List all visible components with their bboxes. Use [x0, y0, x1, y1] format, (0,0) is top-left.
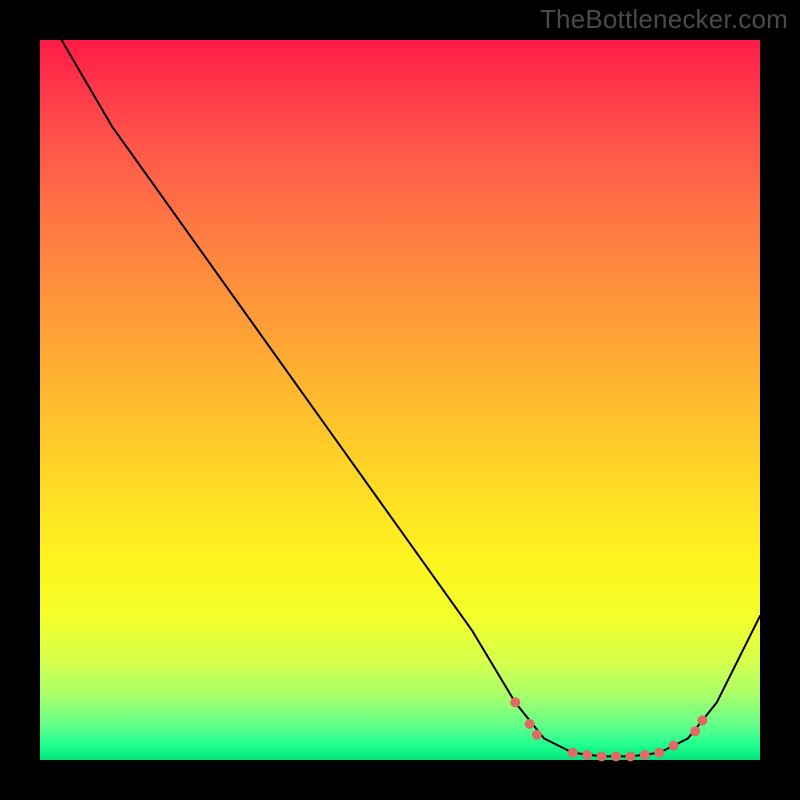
- curve-marker: [532, 730, 542, 740]
- chart-frame: TheBottlenecker.com: [0, 0, 800, 800]
- curve-marker: [597, 751, 607, 761]
- curve-group: [62, 40, 760, 756]
- watermark-text: TheBottlenecker.com: [540, 4, 788, 35]
- curve-marker: [690, 726, 700, 736]
- curve-marker: [582, 750, 592, 760]
- curve-marker: [568, 748, 578, 758]
- curve-marker: [525, 719, 535, 729]
- curve-marker: [625, 751, 635, 761]
- bottleneck-curve: [62, 40, 760, 756]
- curve-marker: [669, 741, 679, 751]
- curve-marker: [510, 697, 520, 707]
- chart-svg: [40, 40, 760, 760]
- curve-marker: [654, 748, 664, 758]
- curve-marker: [640, 750, 650, 760]
- curve-marker: [697, 715, 707, 725]
- markers-group: [510, 697, 707, 761]
- curve-marker: [611, 751, 621, 761]
